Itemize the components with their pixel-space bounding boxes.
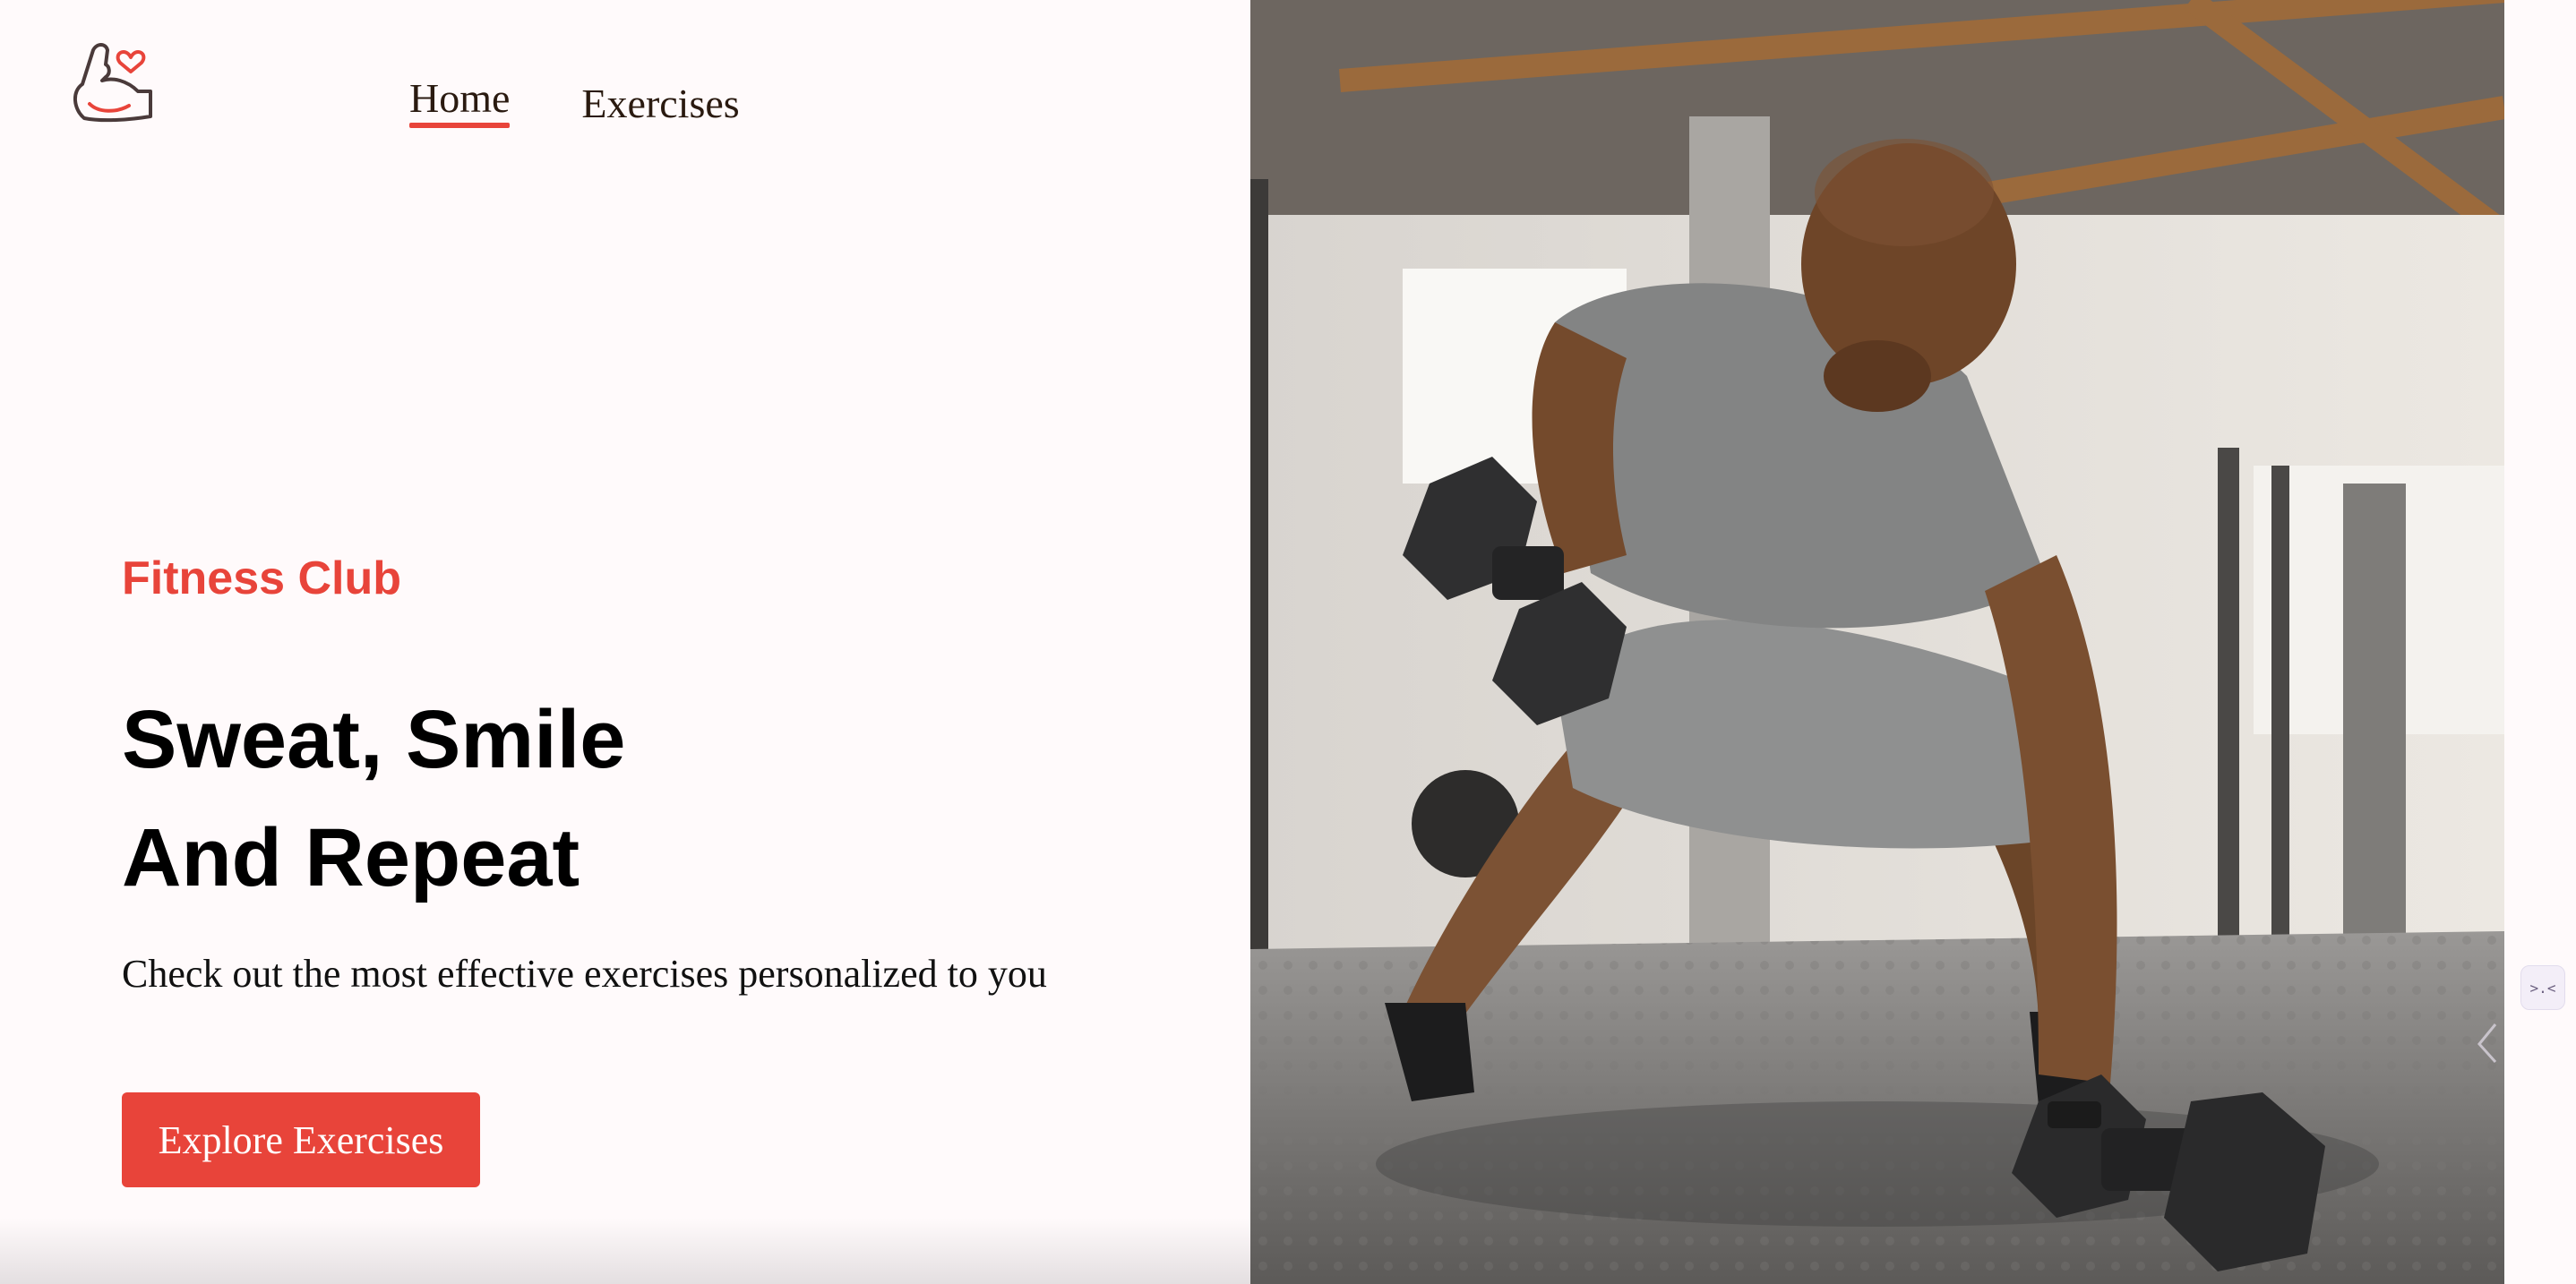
side-collapse-arrow-icon[interactable] (2474, 1021, 2501, 1066)
hero-headline-line2: And Repeat (122, 812, 580, 903)
hero-image (1250, 0, 2504, 1284)
flexed-arm-heart-icon[interactable] (66, 38, 156, 127)
page: Home Exercises Fitness Club Sweat, Smile… (0, 0, 2576, 1284)
side-widget-label: >.< (2529, 979, 2556, 997)
hero-photo-illustration (1250, 0, 2504, 1284)
explore-exercises-button[interactable]: Explore Exercises (122, 1092, 480, 1187)
nav-link-home[interactable]: Home (409, 73, 511, 129)
hero-headline: Sweat, Smile And Repeat (122, 681, 625, 917)
hero-subtitle: Check out the most effective exercises p… (122, 952, 1047, 996)
main-nav: Home Exercises (409, 73, 740, 129)
dev-tools-icon[interactable]: >.< (2520, 965, 2565, 1010)
nav-link-exercises[interactable]: Exercises (581, 79, 739, 128)
hero-headline-line1: Sweat, Smile (122, 694, 626, 785)
bottom-fade (0, 1218, 1250, 1284)
hero-eyebrow: Fitness Club (122, 552, 402, 604)
